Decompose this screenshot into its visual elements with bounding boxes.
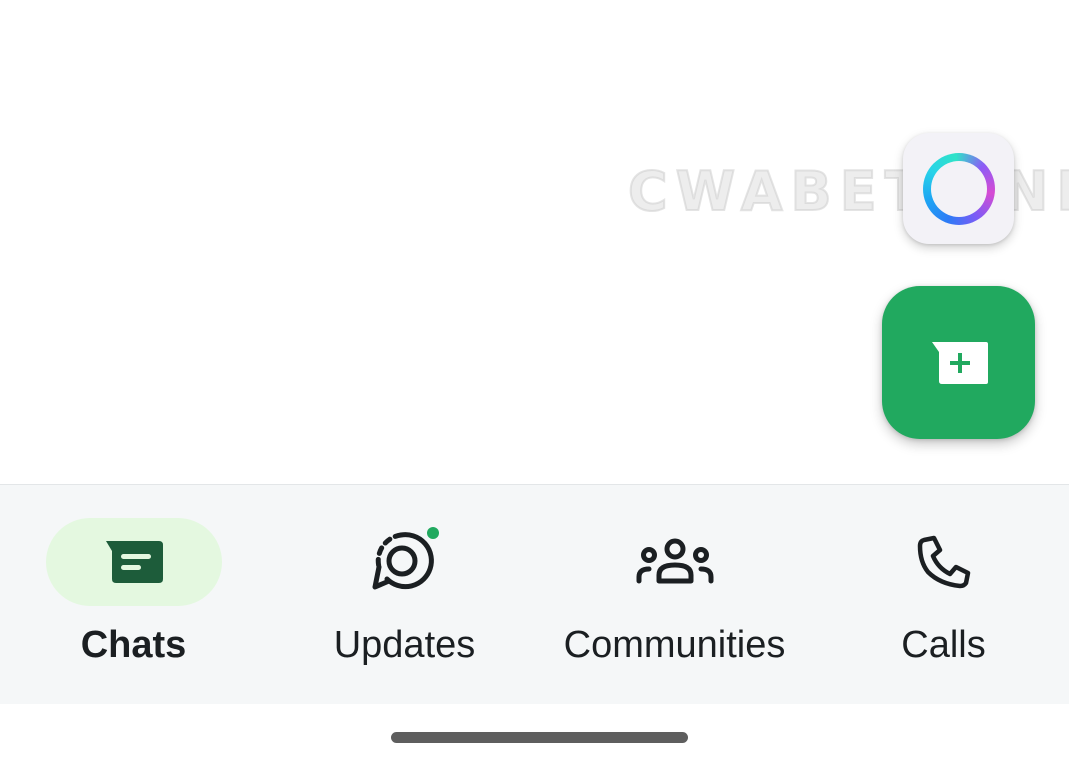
tab-updates[interactable]: Updates [271, 485, 538, 705]
chats-icon [105, 541, 163, 583]
tab-chats-label: Chats [80, 624, 187, 666]
tab-calls-icon-wrap [856, 518, 1032, 606]
gesture-handle[interactable] [391, 732, 688, 743]
calls-icon [917, 535, 970, 589]
system-navigation-bar [0, 704, 1069, 770]
bottom-navigation: Chats Updates Communities Calls [0, 484, 1069, 704]
communities-icon [636, 538, 713, 584]
tab-communities[interactable]: Communities [541, 485, 808, 705]
updates-notification-dot [426, 527, 439, 539]
chat-list-area: CWABETAINFO [0, 0, 1069, 484]
tab-calls[interactable]: Calls [810, 485, 1069, 705]
meta-ai-ring-icon [922, 152, 995, 225]
tab-chats[interactable]: Chats [0, 485, 267, 705]
new-chat-button[interactable] [882, 286, 1035, 439]
tab-communities-icon-wrap [587, 518, 763, 606]
tab-calls-label: Calls [901, 624, 986, 666]
new-chat-icon [931, 341, 988, 384]
updates-icon [372, 527, 439, 590]
tab-communities-label: Communities [563, 624, 786, 666]
active-indicator-pill [45, 518, 222, 606]
tab-updates-icon-wrap [317, 518, 493, 606]
tab-updates-label: Updates [333, 624, 476, 666]
meta-ai-button[interactable] [903, 133, 1014, 244]
